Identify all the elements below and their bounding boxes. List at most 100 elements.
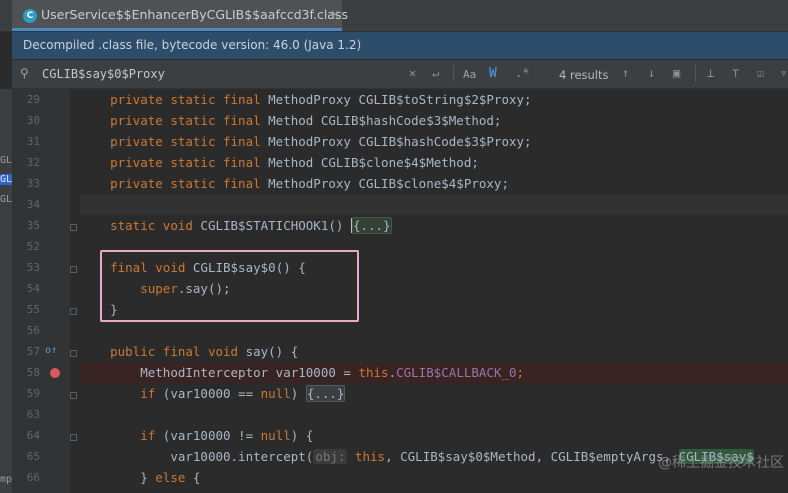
line-number: 58 — [26, 366, 40, 379]
fold-collapse-icon[interactable] — [70, 308, 77, 315]
class-file-icon: C — [23, 9, 37, 23]
decompiled-banner: Decompiled .class file, bytecode version… — [12, 32, 788, 59]
line-number: 52 — [26, 240, 40, 253]
line-number: 29 — [26, 93, 40, 106]
line-number: 35 — [26, 219, 40, 232]
line-number: 63 — [26, 408, 40, 421]
select-all-occurrences-icon[interactable]: ☑ — [757, 66, 764, 80]
find-bar: ⚲ ✕ ↵ Aa W .* 4 results ↑ ↓ ▣ ⊥ ⊤ ☑ ▿ — [12, 60, 788, 89]
line-number: 59 — [26, 387, 40, 400]
line-number: 66 — [26, 471, 40, 484]
add-occurrence-icon[interactable]: ⊥ — [707, 66, 714, 80]
code-line-31: private static final MethodProxy CGLIB$h… — [80, 131, 788, 152]
code-line-30: private static final Method CGLIB$hashCo… — [80, 110, 788, 131]
line-number: 65 — [26, 450, 40, 463]
whole-words-toggle[interactable]: W — [489, 66, 497, 81]
code-line-59: if (var10000 == null) {...} — [80, 383, 788, 404]
panel-fragment: mp — [0, 474, 12, 485]
line-number: 30 — [26, 114, 40, 127]
breakpoint-icon[interactable] — [50, 368, 60, 378]
next-occurrence-icon[interactable]: ↓ — [648, 66, 655, 80]
code-line-64: if (var10000 != null) { — [80, 425, 788, 446]
code-text: MethodProxy CGLIB$toString$2$Proxy; — [268, 92, 532, 107]
code-text: Method CGLIB$hashCode$3$Method; — [268, 113, 502, 128]
keyword: static void — [110, 218, 201, 233]
keyword: else — [155, 470, 186, 485]
line-number: 54 — [26, 282, 40, 295]
highlight-annotation-box — [100, 250, 359, 322]
separator — [453, 65, 454, 82]
clear-search-icon[interactable]: ✕ — [409, 66, 416, 80]
code-text: MethodInterceptor var10000 = — [140, 365, 359, 380]
search-input[interactable] — [42, 67, 402, 81]
panel-fragment: GLI — [0, 155, 12, 166]
code-text: var10000.intercept( — [170, 449, 314, 464]
line-number: 32 — [26, 156, 40, 169]
code-text: ) { — [290, 428, 314, 443]
keyword: if — [140, 386, 163, 401]
keyword: private static final — [110, 92, 269, 107]
line-number: 56 — [26, 324, 40, 337]
new-line-icon[interactable]: ↵ — [432, 66, 439, 80]
code-line-33: private static final MethodProxy CGLIB$c… — [80, 173, 788, 194]
tab-title: UserService$$EnhancerByCGLIB$$aafccd3f.c… — [41, 7, 348, 22]
keyword: private static final — [110, 134, 269, 149]
code-text: say() { — [245, 344, 299, 359]
project-panel-edge: GLI GLI GLI mp 1 — [0, 89, 12, 493]
fold-collapse-icon[interactable] — [70, 434, 77, 441]
line-number: 34 — [26, 198, 40, 211]
folded-block[interactable]: {...} — [351, 217, 392, 234]
code-line-29: private static final MethodProxy CGLIB$t… — [80, 89, 788, 110]
code-text: , CGLIB$say$0$Method, CGLIB$emptyArgs, — [385, 449, 679, 464]
code-text: (var10000 == — [162, 386, 261, 401]
match-case-toggle[interactable]: Aa — [463, 68, 476, 81]
keyword: public final void — [110, 344, 246, 359]
code-line-34-current — [80, 194, 788, 215]
keyword: if — [140, 428, 163, 443]
field-ref: CGLIB$CALLBACK_0 — [396, 365, 517, 380]
separator — [695, 65, 696, 82]
keyword: this — [358, 365, 389, 380]
open-in-window-icon[interactable]: ▣ — [673, 66, 680, 80]
line-number: 31 — [26, 135, 40, 148]
parameter-hint: obj: — [313, 449, 348, 464]
keyword: private static final — [110, 113, 269, 128]
overrides-method-icon[interactable]: o↑ — [45, 345, 57, 356]
tab-userservice-class[interactable]: C UserService$$EnhancerByCGLIB$$aafccd3f… — [12, 0, 348, 31]
keyword: private static final — [110, 155, 269, 170]
panel-fragment-selected: GLI — [0, 174, 12, 185]
previous-occurrence-icon[interactable]: ↑ — [622, 66, 629, 80]
watermark: @稀土掘金技术社区 — [658, 455, 784, 471]
regex-toggle[interactable]: .* — [515, 66, 529, 80]
fold-collapse-icon[interactable] — [70, 266, 77, 273]
keyword: null — [260, 428, 291, 443]
remove-occurrence-icon[interactable]: ⊤ — [732, 66, 739, 80]
fold-expand-icon[interactable] — [70, 224, 77, 231]
code-text: MethodProxy CGLIB$hashCode$3$Proxy; — [268, 134, 532, 149]
line-number: 55 — [26, 303, 40, 316]
line-number: 57 — [26, 345, 40, 358]
keyword: this — [347, 449, 386, 464]
semicolon: ; — [516, 365, 525, 380]
folded-block[interactable]: {...} — [305, 385, 346, 402]
line-number: 33 — [26, 177, 40, 190]
code-text: ) — [290, 386, 306, 401]
keyword: private static final — [110, 176, 269, 191]
code-line-35: static void CGLIB$STATICHOOK1() {...} — [80, 215, 788, 236]
line-number: 64 — [26, 429, 40, 442]
close-icon[interactable]: × — [330, 7, 340, 21]
editor-tab-bar: C UserService$$EnhancerByCGLIB$$aafccd3f… — [0, 0, 788, 32]
banner-text: Decompiled .class file, bytecode version… — [23, 38, 362, 52]
code-text: MethodProxy CGLIB$clone$4$Proxy; — [268, 176, 509, 191]
code-line-58: MethodInterceptor var10000 = this.CGLIB$… — [80, 362, 788, 383]
filter-icon[interactable]: ▿ — [780, 66, 787, 80]
code-text: . — [388, 365, 397, 380]
fold-collapse-icon[interactable] — [70, 350, 77, 357]
code-text: { — [185, 470, 201, 485]
code-text: CGLIB$STATICHOOK1() — [200, 218, 351, 233]
search-icon[interactable]: ⚲ — [20, 66, 29, 80]
fold-expand-icon[interactable] — [70, 392, 77, 399]
keyword: null — [260, 386, 291, 401]
code-text: } — [140, 470, 156, 485]
